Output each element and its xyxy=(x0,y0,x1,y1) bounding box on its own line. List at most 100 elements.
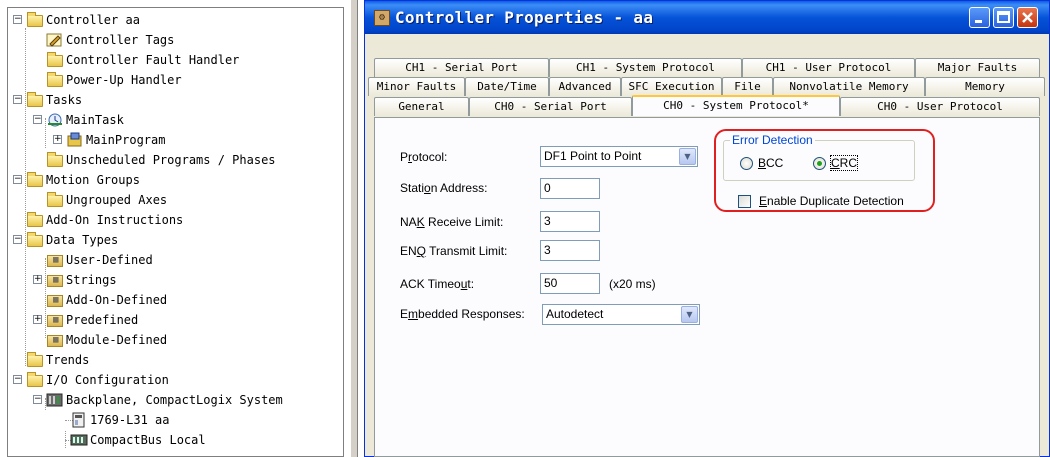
tree-item-maintask[interactable]: − MainTask xyxy=(8,110,343,130)
tab-advanced[interactable]: Advanced xyxy=(549,77,621,96)
folder-icon xyxy=(26,172,44,188)
tree-item-motion-groups[interactable]: − Motion Groups xyxy=(8,170,343,190)
tree-item-unscheduled[interactable]: Unscheduled Programs / Phases xyxy=(8,150,343,170)
tree-item-controller-tags[interactable]: Controller Tags xyxy=(8,30,343,50)
nak-receive-limit-label: NAK Receive Limit: xyxy=(400,215,504,229)
controller-properties-dialog: ⚙ Controller Properties - aa CH1 - Seria… xyxy=(364,0,1050,457)
chevron-down-icon[interactable]: ▼ xyxy=(681,306,698,323)
expand-icon[interactable]: + xyxy=(33,275,42,284)
tab-general[interactable]: General xyxy=(374,97,469,116)
bus-icon xyxy=(70,432,88,448)
embedded-responses-label: Embedded Responses: xyxy=(400,307,525,321)
tab-ch0-system-protocol[interactable]: CH0 - System Protocol* xyxy=(632,95,840,116)
tab-major-faults[interactable]: Major Faults xyxy=(915,58,1040,77)
controller-icon: ⚙ xyxy=(374,10,390,26)
collapse-icon[interactable]: − xyxy=(13,95,22,104)
enq-transmit-limit-label: ENQ Transmit Limit: xyxy=(400,244,508,258)
tab-memory[interactable]: Memory xyxy=(925,77,1045,96)
chevron-down-icon[interactable]: ▼ xyxy=(679,148,696,165)
tab-file[interactable]: File xyxy=(722,77,773,96)
collapse-icon[interactable]: − xyxy=(33,395,42,404)
station-address-label: Station Address: xyxy=(400,181,488,195)
collapse-icon[interactable]: − xyxy=(33,115,42,124)
minimize-button[interactable] xyxy=(969,7,990,28)
tree-item-addon-instructions[interactable]: Add-On Instructions xyxy=(8,210,343,230)
tree-item-io-configuration[interactable]: − I/O Configuration xyxy=(8,370,343,390)
folder-icon xyxy=(46,52,64,68)
tree-item-trends[interactable]: Trends xyxy=(8,350,343,370)
embedded-responses-value: Autodetect xyxy=(546,307,604,321)
tree-item-mainprogram[interactable]: + MainProgram xyxy=(8,130,343,150)
maximize-icon xyxy=(997,11,1010,23)
collapse-icon[interactable]: − xyxy=(13,375,22,384)
folder-icon xyxy=(26,92,44,108)
tree-item-1769-l31[interactable]: 1769-L31 aa xyxy=(8,410,343,430)
folder-icon xyxy=(46,72,64,88)
protocol-label: Protocol: xyxy=(400,150,448,164)
folder-icon xyxy=(26,212,44,228)
protocol-select[interactable]: DF1 Point to Point ▼ xyxy=(540,146,698,167)
project-tree: − Controller aa Controller Tags Controll… xyxy=(7,7,344,457)
tab-ch1-user-protocol[interactable]: CH1 - User Protocol xyxy=(742,58,915,77)
enq-transmit-limit-field[interactable]: 3 xyxy=(540,240,600,261)
tab-sfc-execution[interactable]: SFC Execution xyxy=(621,77,722,96)
minimize-icon xyxy=(975,20,982,23)
expand-icon[interactable]: + xyxy=(53,135,62,144)
tree-item-powerup-handler[interactable]: Power-Up Handler xyxy=(8,70,343,90)
tree-item-controller[interactable]: − Controller aa xyxy=(8,10,343,30)
data-type-folder-icon xyxy=(46,292,64,308)
data-type-folder-icon xyxy=(46,252,64,268)
collapse-icon[interactable]: − xyxy=(13,235,22,244)
station-address-field[interactable]: 0 xyxy=(540,178,600,199)
tree-item-data-types[interactable]: − Data Types xyxy=(8,230,343,250)
folder-icon xyxy=(26,352,44,368)
tree-item-strings[interactable]: + Strings xyxy=(8,270,343,290)
collapse-icon[interactable]: − xyxy=(13,175,22,184)
folder-icon xyxy=(26,12,44,28)
tree-item-fault-handler[interactable]: Controller Fault Handler xyxy=(8,50,343,70)
tab-ch1-system-protocol[interactable]: CH1 - System Protocol xyxy=(549,58,742,77)
tab-date-time[interactable]: Date/Time xyxy=(465,77,549,96)
splitter[interactable] xyxy=(350,0,358,457)
ack-timeout-unit: (x20 ms) xyxy=(609,277,656,291)
task-icon xyxy=(46,112,64,128)
collapse-icon[interactable]: − xyxy=(13,15,22,24)
tag-edit-icon xyxy=(46,32,64,48)
highlight-annotation xyxy=(714,129,935,212)
folder-icon xyxy=(46,192,64,208)
tree-item-backplane[interactable]: − Backplane, CompactLogix System xyxy=(8,390,343,410)
data-type-folder-icon xyxy=(46,312,64,328)
tab-minor-faults[interactable]: Minor Faults xyxy=(368,77,465,96)
folder-icon xyxy=(26,232,44,248)
expand-icon[interactable]: + xyxy=(33,315,42,324)
tree-item-predefined[interactable]: + Predefined xyxy=(8,310,343,330)
dialog-title: Controller Properties - aa xyxy=(395,8,654,27)
tree-item-addon-defined[interactable]: Add-On-Defined xyxy=(8,290,343,310)
data-type-folder-icon xyxy=(46,272,64,288)
tree-item-tasks[interactable]: − Tasks xyxy=(8,90,343,110)
tab-ch1-serial-port[interactable]: CH1 - Serial Port xyxy=(374,58,549,77)
embedded-responses-select[interactable]: Autodetect ▼ xyxy=(542,304,700,325)
tab-ch0-user-protocol[interactable]: CH0 - User Protocol xyxy=(840,97,1040,116)
tree-item-ungrouped-axes[interactable]: Ungrouped Axes xyxy=(8,190,343,210)
close-button[interactable] xyxy=(1017,7,1038,28)
protocol-value: DF1 Point to Point xyxy=(544,149,642,163)
title-bar[interactable]: ⚙ Controller Properties - aa xyxy=(365,1,1049,34)
tab-ch0-serial-port[interactable]: CH0 - Serial Port xyxy=(469,97,632,116)
folder-icon xyxy=(26,372,44,388)
controller-module-icon xyxy=(70,412,88,428)
backplane-icon xyxy=(46,392,64,408)
data-type-folder-icon xyxy=(46,332,64,348)
tree-item-compactbus[interactable]: CompactBus Local xyxy=(8,430,343,450)
system-protocol-page: Protocol: DF1 Point to Point ▼ Station A… xyxy=(374,117,1040,457)
ack-timeout-label: ACK Timeout: xyxy=(400,277,475,291)
ack-timeout-field[interactable]: 50 xyxy=(540,273,600,294)
close-icon xyxy=(1022,12,1033,23)
folder-icon xyxy=(46,152,64,168)
tab-nonvolatile-memory[interactable]: Nonvolatile Memory xyxy=(773,77,925,96)
tree-item-user-defined[interactable]: User-Defined xyxy=(8,250,343,270)
program-icon xyxy=(66,132,84,148)
nak-receive-limit-field[interactable]: 3 xyxy=(540,211,600,232)
tree-item-module-defined[interactable]: Module-Defined xyxy=(8,330,343,350)
maximize-button[interactable] xyxy=(993,7,1014,28)
